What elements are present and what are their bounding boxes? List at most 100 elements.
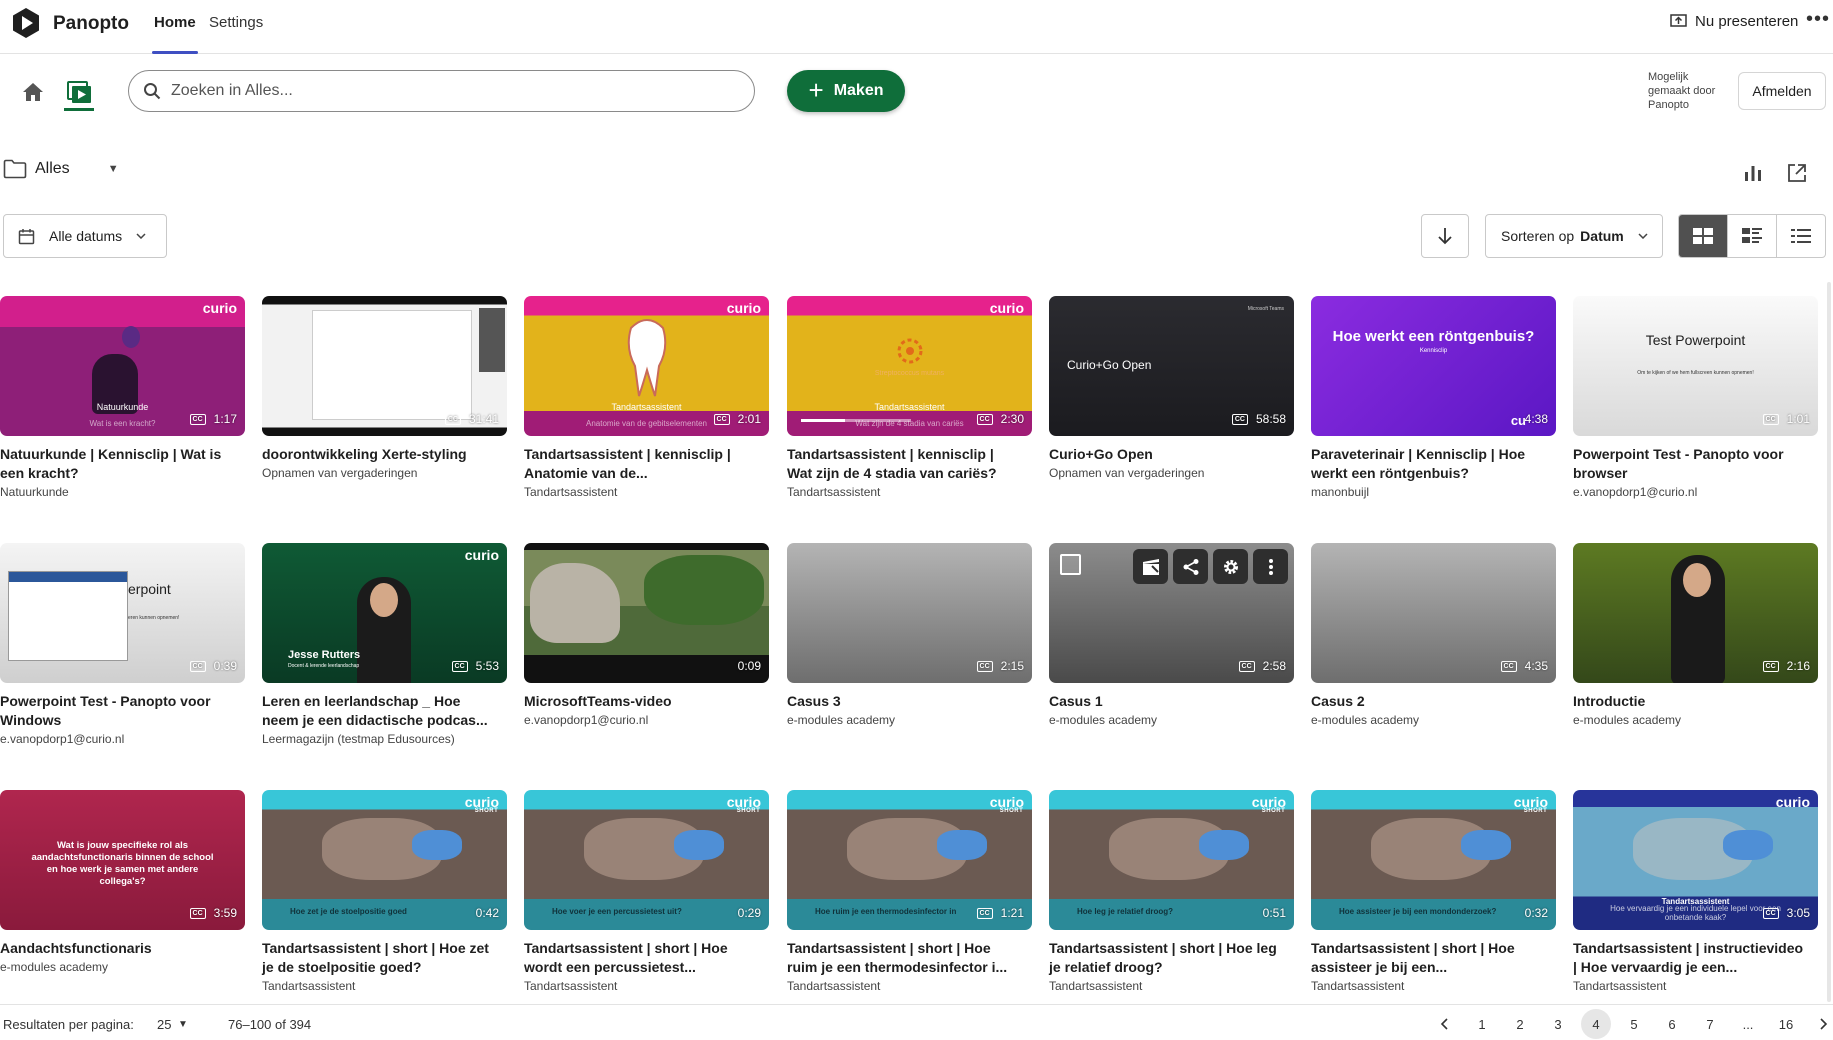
chevron-down-icon[interactable]: ▼ xyxy=(108,163,119,175)
video-title[interactable]: MicrosoftTeams-video xyxy=(524,692,759,711)
video-title[interactable]: Natuurkunde | Kennisclip | Wat is een kr… xyxy=(0,445,235,483)
video-thumbnail[interactable]: curio Natuurkunde Wat is een kracht? CC 1:17 xyxy=(0,296,245,436)
video-folder[interactable]: Tandartsassistent xyxy=(1573,979,1818,993)
chevron-right-icon[interactable] xyxy=(1805,1009,1833,1039)
detail-view-button[interactable] xyxy=(1728,215,1777,257)
video-thumbnail[interactable]: CC 2:15 xyxy=(787,543,1032,683)
page-button[interactable]: 6 xyxy=(1653,1009,1691,1039)
video-thumbnail[interactable]: Test Powerpoint Om te kijken of we hem fu… xyxy=(1573,296,1818,436)
video-folder[interactable]: Tandartsassistent xyxy=(787,485,1032,499)
video-card[interactable]: CC 2:15 Casus 3 e-modules academy xyxy=(787,543,1032,727)
video-folder[interactable]: e-modules academy xyxy=(787,713,1032,727)
video-title[interactable]: Tandartsassistent | short | Hoe wordt ee… xyxy=(524,939,759,977)
my-videos-icon[interactable] xyxy=(64,78,94,108)
video-title[interactable]: Curio+Go Open xyxy=(1049,445,1284,464)
sort-select[interactable]: Sorteren op Datum xyxy=(1485,214,1663,258)
video-title[interactable]: Aandachtsfunctionaris xyxy=(0,939,235,958)
video-folder[interactable]: e-modules academy xyxy=(1573,713,1818,727)
video-card[interactable]: curio Jesse Rutters Docent & lerende leerl… xyxy=(262,543,507,746)
video-card[interactable]: 0:09 MicrosoftTeams-video e.vanopdorp1@cur… xyxy=(524,543,769,727)
more-horizontal-icon[interactable]: ••• xyxy=(1806,8,1830,31)
video-card[interactable]: cu Hoe werkt een röntgenbuis? Kennisclip 4:… xyxy=(1311,296,1556,499)
video-title[interactable]: Tandartsassistent | short | Hoe assistee… xyxy=(1311,939,1546,977)
video-card[interactable]: Wat is jouw specifieke rol als aandachts… xyxy=(0,790,245,974)
tab-settings[interactable]: Settings xyxy=(209,14,263,54)
page-button[interactable]: 5 xyxy=(1615,1009,1653,1039)
tab-home[interactable]: Home xyxy=(152,14,198,54)
video-card[interactable]: CC 4:35 Casus 2 e-modules academy xyxy=(1311,543,1556,727)
sort-direction-button[interactable] xyxy=(1421,214,1469,258)
video-folder[interactable]: Tandartsassistent xyxy=(262,979,507,993)
video-folder[interactable]: Tandartsassistent xyxy=(524,485,769,499)
home-icon[interactable] xyxy=(20,80,46,104)
video-folder[interactable]: e.vanopdorp1@curio.nl xyxy=(0,732,245,746)
share-icon[interactable] xyxy=(1173,549,1208,584)
video-thumbnail[interactable]: erpoint eren kunnen opnemen! CC 0:39 xyxy=(0,543,245,683)
video-card[interactable]: CC 31:41 doorontwikkeling Xerte-styling Opn… xyxy=(262,296,507,480)
video-folder[interactable]: Natuurkunde xyxy=(0,485,245,499)
video-card[interactable]: curio Tandartsassistent Hoe vervaardig je … xyxy=(1573,790,1818,993)
panopto-logo-icon[interactable] xyxy=(10,7,42,39)
video-card[interactable]: CC 2:58 Casus 1 e-modules academy xyxy=(1049,543,1294,727)
page-button[interactable]: 16 xyxy=(1767,1009,1805,1039)
video-card[interactable]: CC 2:16 Introductie e-modules academy xyxy=(1573,543,1818,727)
video-folder[interactable]: Tandartsassistent xyxy=(1049,979,1294,993)
video-thumbnail[interactable]: Wat is jouw specifieke rol als aandachts… xyxy=(0,790,245,930)
page-button[interactable]: 3 xyxy=(1539,1009,1577,1039)
video-card[interactable]: Test Powerpoint Om te kijken of we hem fu… xyxy=(1573,296,1818,499)
video-folder[interactable]: Tandartsassistent xyxy=(1311,979,1556,993)
edit-video-icon[interactable] xyxy=(1133,549,1168,584)
video-thumbnail[interactable]: 0:09 xyxy=(524,543,769,683)
video-folder[interactable]: Opnamen van vergaderingen xyxy=(262,466,507,480)
video-title[interactable]: Tandartsassistent | kennisclip | Wat zij… xyxy=(787,445,1022,483)
video-title[interactable]: Tandartsassistent | kennisclip | Anatomi… xyxy=(524,445,759,483)
video-card[interactable]: curio Hoe voer je een percussietest uit? 0… xyxy=(524,790,769,993)
more-vertical-icon[interactable] xyxy=(1253,549,1288,584)
video-card[interactable]: curioHoe ruim je een thermodesinfector i… xyxy=(787,790,1032,993)
folder-selector[interactable]: Alles ▼ xyxy=(3,159,119,179)
video-title[interactable]: Paraveterinair | Kennisclip | Hoe werkt … xyxy=(1311,445,1546,483)
video-card[interactable]: erpoint eren kunnen opnemen! CC 0:39 Powerpo… xyxy=(0,543,245,746)
video-folder[interactable]: e-modules academy xyxy=(0,960,245,974)
open-external-icon[interactable] xyxy=(1786,162,1808,184)
page-button[interactable]: 7 xyxy=(1691,1009,1729,1039)
video-title[interactable]: Casus 2 xyxy=(1311,692,1546,711)
page-button[interactable]: 2 xyxy=(1501,1009,1539,1039)
page-button[interactable]: 4 xyxy=(1581,1009,1611,1039)
video-title[interactable]: Casus 3 xyxy=(787,692,1022,711)
video-card[interactable]: curio Natuurkunde Wat is een kracht? CC 1:17… xyxy=(0,296,245,499)
video-title[interactable]: Powerpoint Test - Panopto voor browser xyxy=(1573,445,1808,483)
video-title[interactable]: Tandartsassistent | short | Hoe leg je r… xyxy=(1049,939,1284,977)
video-folder[interactable]: Opnamen van vergaderingen xyxy=(1049,466,1294,480)
sign-out-button[interactable]: Afmelden xyxy=(1738,72,1826,110)
video-thumbnail[interactable]: curioHoe ruim je een thermodesinfector i… xyxy=(787,790,1032,930)
video-thumbnail[interactable]: CC 2:58 xyxy=(1049,543,1294,683)
present-button[interactable]: Nu presenteren xyxy=(1670,13,1798,30)
video-card[interactable]: curio Hoe assisteer je bij een mondonderz… xyxy=(1311,790,1556,993)
video-title[interactable]: Tandartsassistent | instructievideo | Ho… xyxy=(1573,939,1808,977)
video-card[interactable]: curio Hoe leg je relatief droog? 0:51 Tanda… xyxy=(1049,790,1294,993)
settings-gear-icon[interactable] xyxy=(1213,549,1248,584)
list-view-button[interactable] xyxy=(1777,215,1825,257)
video-thumbnail[interactable]: curio Jesse Rutters Docent & lerende leerl… xyxy=(262,543,507,683)
brand-name[interactable]: Panopto xyxy=(53,13,129,35)
video-thumbnail[interactable]: CC 31:41 xyxy=(262,296,507,436)
video-thumbnail[interactable]: cu Hoe werkt een röntgenbuis? Kennisclip 4:… xyxy=(1311,296,1556,436)
video-thumbnail[interactable]: curio Tandartsassistent Hoe vervaardig je … xyxy=(1573,790,1818,930)
video-thumbnail[interactable]: curio Hoe voer je een percussietest uit? 0… xyxy=(524,790,769,930)
page-button[interactable]: 1 xyxy=(1463,1009,1501,1039)
video-title[interactable]: Casus 1 xyxy=(1049,692,1284,711)
video-folder[interactable]: Tandartsassistent xyxy=(787,979,1032,993)
video-folder[interactable]: e-modules academy xyxy=(1311,713,1556,727)
video-card[interactable]: curio Tandartsassistent Anatomie van de ge… xyxy=(524,296,769,499)
chevron-down-icon[interactable]: ▼ xyxy=(178,1019,188,1030)
video-title[interactable]: Powerpoint Test - Panopto voor Windows xyxy=(0,692,235,730)
video-folder[interactable]: e.vanopdorp1@curio.nl xyxy=(1573,485,1818,499)
search-box[interactable] xyxy=(128,70,755,112)
video-card[interactable]: curio Hoe zet je de stoelpositie goed 0:42… xyxy=(262,790,507,993)
stats-icon[interactable] xyxy=(1742,162,1764,184)
video-folder[interactable]: Tandartsassistent xyxy=(524,979,769,993)
video-card[interactable]: Microsoft Teams Curio+Go Open CC 58:58 Curio… xyxy=(1049,296,1294,480)
video-title[interactable]: Tandartsassistent | short | Hoe ruim je … xyxy=(787,939,1022,977)
page-button[interactable]: ... xyxy=(1729,1009,1767,1039)
